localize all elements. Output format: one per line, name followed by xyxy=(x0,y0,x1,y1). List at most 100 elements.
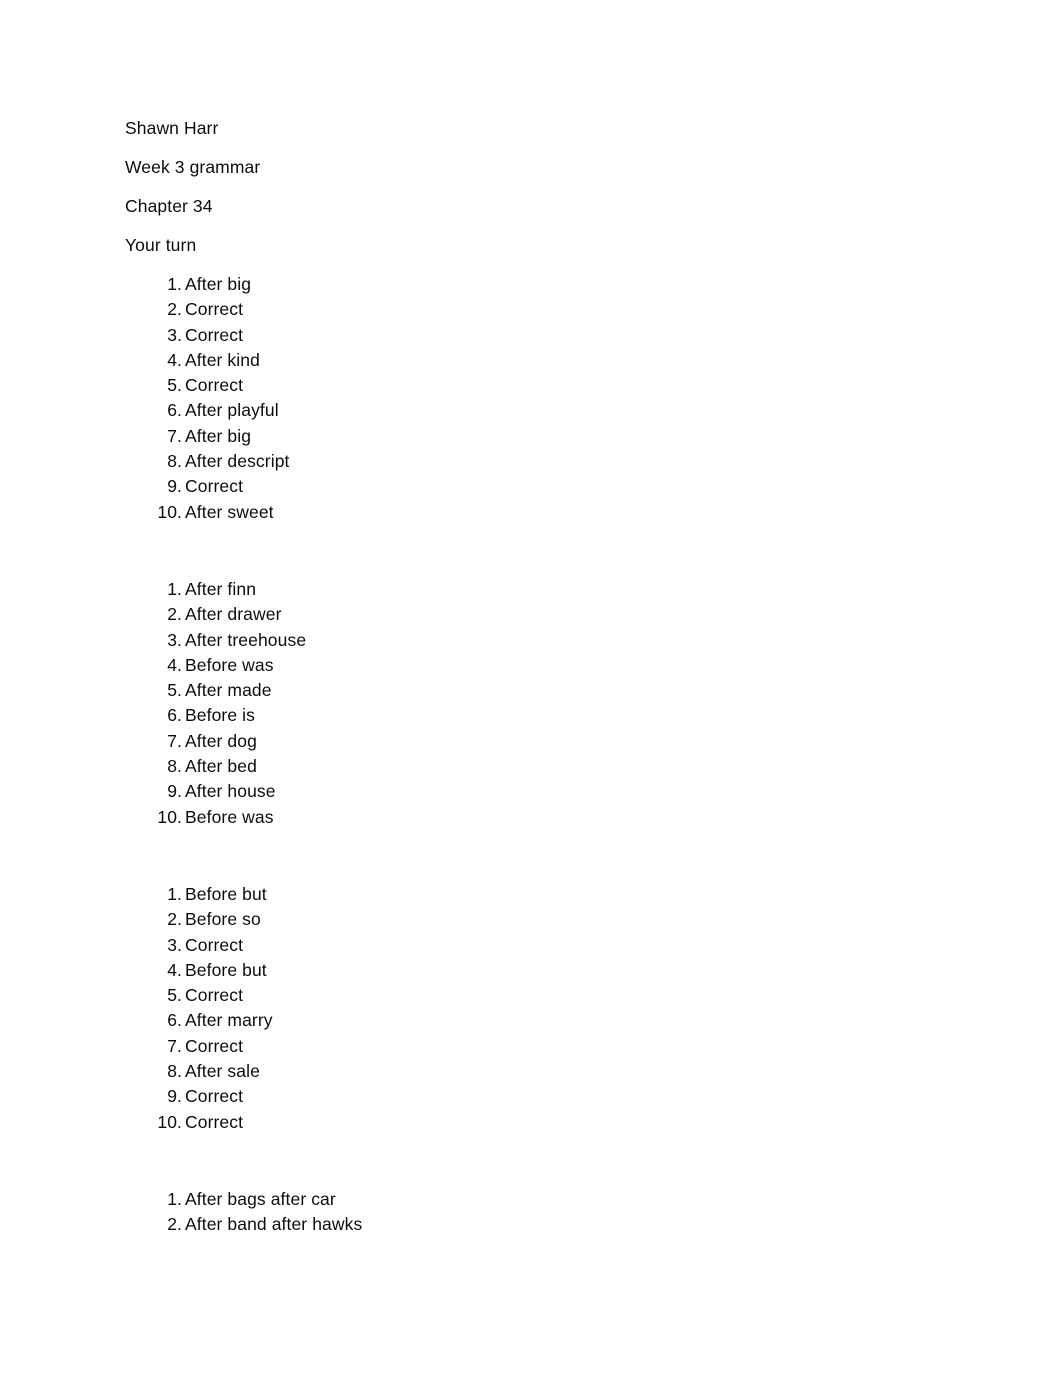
list-item-label: After playful xyxy=(185,400,279,421)
list-item: 2. Before so xyxy=(125,907,945,932)
list-item-label: After descript xyxy=(185,451,290,472)
section-heading: Your turn xyxy=(125,235,197,255)
list-item-number: 3. xyxy=(167,629,182,650)
list-item-number: 8. xyxy=(167,1061,182,1082)
list-separator xyxy=(125,1135,945,1187)
list-item: 9. Correct xyxy=(125,1084,945,1109)
list-item-number: 10. xyxy=(157,806,182,827)
list-item-label: After treehouse xyxy=(185,629,307,650)
list-item-label: Before was xyxy=(185,654,274,675)
list-item: 7. Correct xyxy=(125,1034,945,1059)
list-item-number: 9. xyxy=(167,1086,182,1107)
list-item-label: Correct xyxy=(185,375,244,396)
list-item-label: Before is xyxy=(185,705,255,726)
list-item-label: After bed xyxy=(185,756,257,777)
list-item-label: After finn xyxy=(185,578,257,599)
list-item-number: 5. xyxy=(167,680,182,701)
list-item: 5. Correct xyxy=(125,373,945,398)
list-item-number: 8. xyxy=(167,451,182,472)
list-item-number: 3. xyxy=(167,324,182,345)
list-item-label: Before so xyxy=(185,909,261,930)
list-item-number: 3. xyxy=(167,934,182,955)
list-item: 1. After big xyxy=(125,272,945,297)
list-item-number: 1. xyxy=(167,578,182,599)
list-item: 3. Correct xyxy=(125,323,945,348)
list-item-label: After made xyxy=(185,680,272,701)
list-item: 10. After sweet xyxy=(125,500,945,525)
list-item-number: 6. xyxy=(167,400,182,421)
list-item: 6. After marry xyxy=(125,1008,945,1033)
list-item-label: After big xyxy=(185,425,252,446)
list-item-number: 7. xyxy=(167,730,182,751)
list-item-number: 4. xyxy=(167,349,182,370)
list-item-number: 10. xyxy=(157,1111,182,1132)
list-item-number: 2. xyxy=(167,1214,182,1235)
list-item-label: After sale xyxy=(185,1061,260,1082)
list-item: 2. Correct xyxy=(125,297,945,322)
list-item: 4. Before but xyxy=(125,958,945,983)
list-item-label: Correct xyxy=(185,299,244,320)
list-item-number: 6. xyxy=(167,705,182,726)
list-item: 2. After drawer xyxy=(125,602,945,627)
numbered-list-2: 1. After finn 2. After drawer 3. After t… xyxy=(125,577,945,830)
list-item-label: Correct xyxy=(185,1086,244,1107)
list-item-label: After dog xyxy=(185,730,257,751)
list-item: 8. After sale xyxy=(125,1059,945,1084)
list-item-label: Correct xyxy=(185,1111,244,1132)
list-item: 4. After kind xyxy=(125,348,945,373)
list-item: 3. Correct xyxy=(125,933,945,958)
list-item-label: After big xyxy=(185,274,252,294)
list-item-label: Correct xyxy=(185,934,244,955)
list-item-label: After bags after car xyxy=(185,1188,336,1209)
list-item-label: Correct xyxy=(185,985,244,1006)
list-item: 1. After finn xyxy=(125,577,945,602)
assignment-title: Week 3 grammar xyxy=(125,157,261,177)
list-item: 8. After descript xyxy=(125,449,945,474)
list-item: 7. After big xyxy=(125,424,945,449)
list-item-number: 2. xyxy=(167,604,182,625)
document-page: Shawn Harr Week 3 grammar Chapter 34 You… xyxy=(0,0,1062,1377)
list-item-label: Correct xyxy=(185,324,244,345)
list-item-label: After marry xyxy=(185,1010,273,1031)
list-item-label: After house xyxy=(185,781,276,802)
author-name: Shawn Harr xyxy=(125,118,219,138)
list-item: 10. Correct xyxy=(125,1110,945,1135)
chapter-label: Chapter 34 xyxy=(125,196,213,216)
list-item-number: 5. xyxy=(167,375,182,396)
list-item-label: After sweet xyxy=(185,501,274,522)
document-body: Shawn Harr Week 3 grammar Chapter 34 You… xyxy=(125,118,945,1238)
list-item-number: 6. xyxy=(167,1010,182,1031)
numbered-list-1: 1. After big 2. Correct 3. Correct 4. Af… xyxy=(125,272,945,525)
list-separator xyxy=(125,830,945,882)
numbered-list-4: 1. After bags after car 2. After band af… xyxy=(125,1187,945,1238)
list-item-label: Before but xyxy=(185,959,267,980)
list-item-label: Correct xyxy=(185,476,244,497)
list-item: 8. After bed xyxy=(125,754,945,779)
list-item-number: 7. xyxy=(167,425,182,446)
list-item-label: After drawer xyxy=(185,604,282,625)
list-item-number: 8. xyxy=(167,756,182,777)
list-separator xyxy=(125,525,945,577)
list-item: 5. After made xyxy=(125,678,945,703)
list-item: 6. Before is xyxy=(125,703,945,728)
list-item: 10. Before was xyxy=(125,805,945,830)
list-item-label: Before was xyxy=(185,806,274,827)
list-item: 1. Before but xyxy=(125,882,945,907)
list-lead-spacer xyxy=(125,256,945,272)
list-item-label: After kind xyxy=(185,349,260,370)
list-item-label: After band after hawks xyxy=(185,1214,363,1235)
list-item: 9. After house xyxy=(125,779,945,804)
list-item: 7. After dog xyxy=(125,729,945,754)
list-item-label: Before but xyxy=(185,883,267,904)
list-item: 2. After band after hawks xyxy=(125,1212,945,1237)
list-item-number: 4. xyxy=(167,959,182,980)
list-item-number: 10. xyxy=(157,501,182,522)
list-item: 1. After bags after car xyxy=(125,1187,945,1212)
list-item: 6. After playful xyxy=(125,398,945,423)
list-item-number: 7. xyxy=(167,1035,182,1056)
list-item-number: 4. xyxy=(167,654,182,675)
list-item-number: 9. xyxy=(167,476,182,497)
list-item-label: Correct xyxy=(185,1035,244,1056)
list-item-number: 1. xyxy=(167,883,182,904)
list-item: 5. Correct xyxy=(125,983,945,1008)
